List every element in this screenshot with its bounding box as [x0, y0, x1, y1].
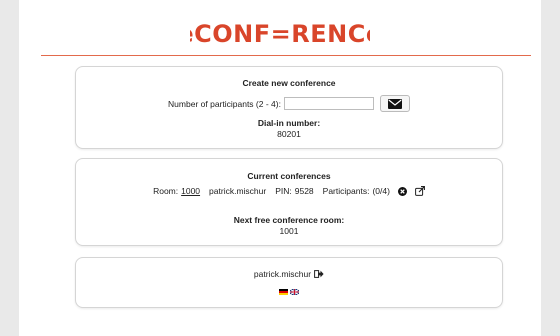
- svg-text:eCONF=RENCe: eCONF=RENCe: [190, 20, 370, 48]
- close-conference-button[interactable]: [397, 186, 407, 196]
- current-conferences-title: Current conferences: [247, 171, 331, 181]
- participants-row: Number of participants (2 - 4):: [76, 95, 502, 112]
- external-link-icon: [415, 186, 425, 196]
- conference-row: Room: 1000 patrick.mischur PIN: 9528 Par…: [76, 186, 502, 196]
- send-invite-button[interactable]: [379, 95, 410, 112]
- page: eCONF=RENCe Create new conference Number…: [19, 0, 541, 336]
- logout-icon: [314, 270, 324, 278]
- language-switcher: [76, 289, 502, 295]
- create-conference-panel: Create new conference Number of particip…: [75, 66, 503, 149]
- participants-count-label: Participants:: [322, 186, 370, 196]
- user-panel: patrick.mischur: [75, 257, 503, 308]
- header-divider: [41, 55, 531, 56]
- participants-count-value: (0/4): [372, 186, 390, 196]
- participants-input[interactable]: [283, 97, 374, 110]
- room-owner: patrick.mischur: [209, 186, 267, 196]
- dialin-number: 80201: [277, 129, 301, 139]
- create-conference-title: Create new conference: [242, 78, 336, 88]
- pin-label: PIN:: [275, 186, 292, 196]
- dialin-label: Dial-in number:: [257, 118, 321, 128]
- open-external-button[interactable]: [415, 186, 425, 196]
- username: patrick.mischur: [253, 269, 312, 279]
- participants-label: Number of participants (2 - 4):: [168, 98, 281, 109]
- room-label: Room:: [153, 186, 179, 196]
- pin-value: 9528: [294, 186, 314, 196]
- econference-logo: eCONF=RENCe: [19, 18, 541, 48]
- user-row: patrick.mischur: [76, 269, 502, 279]
- current-conferences-panel: Current conferences Room: 1000 patrick.m…: [75, 158, 503, 246]
- next-room-number: 1001: [279, 226, 299, 236]
- close-circle-icon: [397, 186, 407, 196]
- german-flag-icon[interactable]: [279, 289, 288, 295]
- uk-flag-icon[interactable]: [290, 289, 299, 295]
- logout-button[interactable]: [314, 270, 324, 278]
- envelope-icon: [387, 98, 402, 109]
- room-link[interactable]: 1000: [181, 186, 200, 196]
- next-room-label: Next free conference room:: [233, 215, 345, 225]
- econference-logo-graphic: eCONF=RENCe: [177, 20, 382, 48]
